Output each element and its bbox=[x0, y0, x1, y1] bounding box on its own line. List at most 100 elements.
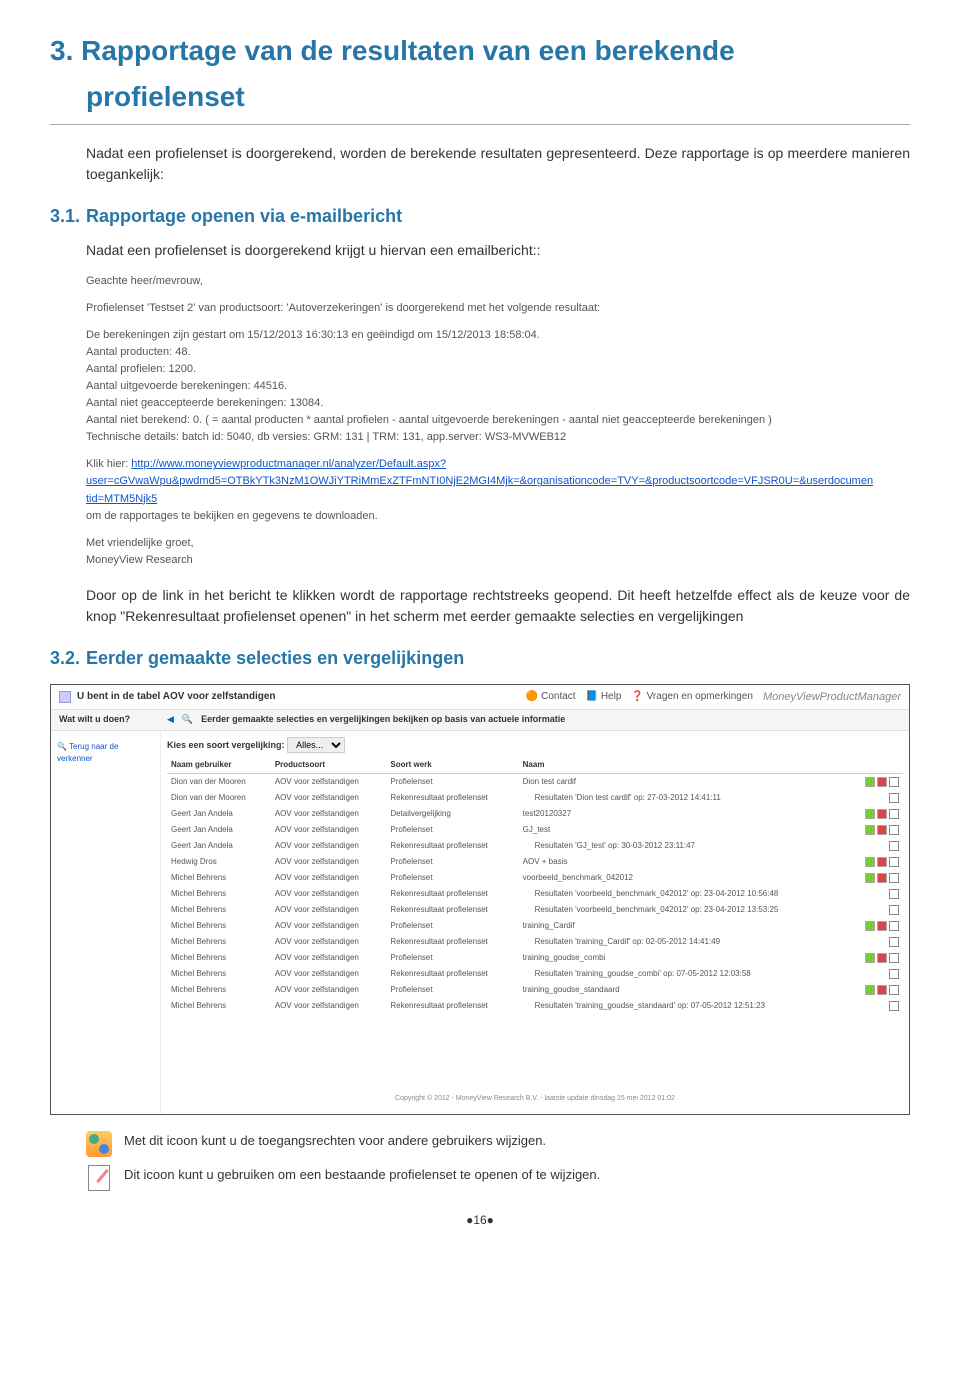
section-number: 3. bbox=[50, 35, 73, 66]
table-cell: Resultaten 'training_Cardif' op: 02-05-2… bbox=[519, 934, 850, 950]
table-cell: Michel Behrens bbox=[167, 902, 271, 918]
table-cell: Michel Behrens bbox=[167, 982, 271, 998]
table-row[interactable]: Michel BehrensAOV voor zelfstandigenProf… bbox=[167, 982, 903, 998]
table-cell: Michel Behrens bbox=[167, 950, 271, 966]
share-icon[interactable] bbox=[865, 777, 875, 787]
row-actions bbox=[850, 773, 903, 790]
open-icon[interactable] bbox=[889, 969, 899, 979]
table-cell: AOV voor zelfstandigen bbox=[271, 982, 387, 998]
col-product[interactable]: Productsoort bbox=[271, 757, 387, 774]
table-cell: AOV voor zelfstandigen bbox=[271, 838, 387, 854]
col-naam[interactable]: Naam bbox=[519, 757, 850, 774]
app-screenshot: U bent in de tabel AOV voor zelfstandige… bbox=[50, 684, 910, 1116]
delete-icon[interactable] bbox=[877, 777, 887, 787]
faq-label: Vragen en opmerkingen bbox=[647, 691, 753, 702]
help-link[interactable]: 📘 Help bbox=[586, 689, 622, 704]
edit-icon[interactable] bbox=[889, 777, 899, 787]
faq-link[interactable]: ❓ Vragen en opmerkingen bbox=[631, 689, 753, 704]
left-title: Wat wilt u doen? bbox=[59, 713, 159, 727]
col-user[interactable]: Naam gebruiker bbox=[167, 757, 271, 774]
delete-icon[interactable] bbox=[877, 857, 887, 867]
table-row[interactable]: Michel BehrensAOV voor zelfstandigenReke… bbox=[167, 902, 903, 918]
row-actions bbox=[850, 790, 903, 806]
table-row[interactable]: Michel BehrensAOV voor zelfstandigenProf… bbox=[167, 918, 903, 934]
table-row[interactable]: Dion van der MoorenAOV voor zelfstandige… bbox=[167, 773, 903, 790]
open-icon[interactable] bbox=[889, 793, 899, 803]
delete-icon[interactable] bbox=[877, 921, 887, 931]
edit-icon[interactable] bbox=[889, 921, 899, 931]
table-row[interactable]: Dion van der MoorenAOV voor zelfstandige… bbox=[167, 790, 903, 806]
delete-icon[interactable] bbox=[877, 873, 887, 883]
email-line: Aantal uitgevoerde berekeningen: 44516. bbox=[86, 380, 287, 392]
open-icon[interactable] bbox=[889, 905, 899, 915]
email-preview: Geachte heer/mevrouw, Profielenset 'Test… bbox=[86, 273, 874, 569]
brand-logo: MoneyViewProductManager bbox=[763, 689, 901, 706]
table-cell: Profielenset bbox=[386, 870, 518, 886]
share-icon[interactable] bbox=[865, 825, 875, 835]
chevron-left-icon[interactable]: ◀ bbox=[167, 713, 174, 727]
edit-icon[interactable] bbox=[889, 809, 899, 819]
share-icon[interactable] bbox=[865, 857, 875, 867]
row-actions bbox=[850, 870, 903, 886]
table-row[interactable]: Geert Jan AndelaAOV voor zelfstandigenRe… bbox=[167, 838, 903, 854]
table-cell: AOV voor zelfstandigen bbox=[271, 806, 387, 822]
delete-icon[interactable] bbox=[877, 953, 887, 963]
brand-text: MoneyView bbox=[763, 691, 820, 703]
back-link[interactable]: Terug naar de verkenner bbox=[57, 742, 118, 763]
users-icon bbox=[86, 1131, 112, 1157]
intro-paragraph: Nadat een profielenset is doorgerekend, … bbox=[86, 143, 910, 185]
col-soort[interactable]: Soort werk bbox=[386, 757, 518, 774]
edit-icon[interactable] bbox=[889, 985, 899, 995]
table-row[interactable]: Michel BehrensAOV voor zelfstandigenProf… bbox=[167, 950, 903, 966]
delete-icon[interactable] bbox=[877, 985, 887, 995]
table-cell: Michel Behrens bbox=[167, 870, 271, 886]
open-icon[interactable] bbox=[889, 889, 899, 899]
table-cell: AOV voor zelfstandigen bbox=[271, 854, 387, 870]
table-row[interactable]: Geert Jan AndelaAOV voor zelfstandigenPr… bbox=[167, 822, 903, 838]
table-row[interactable]: Hedwig DrosAOV voor zelfstandigenProfiel… bbox=[167, 854, 903, 870]
delete-icon[interactable] bbox=[877, 809, 887, 819]
edit-doc-icon bbox=[86, 1165, 112, 1191]
open-icon[interactable] bbox=[889, 841, 899, 851]
table-row[interactable]: Michel BehrensAOV voor zelfstandigenReke… bbox=[167, 886, 903, 902]
share-icon[interactable] bbox=[865, 873, 875, 883]
email-link-label: Klik hier: bbox=[86, 458, 131, 470]
edit-icon[interactable] bbox=[889, 857, 899, 867]
table-cell: Geert Jan Andela bbox=[167, 806, 271, 822]
email-link-1[interactable]: http://www.moneyviewproductmanager.nl/an… bbox=[131, 458, 446, 470]
share-icon[interactable] bbox=[865, 921, 875, 931]
edit-icon[interactable] bbox=[889, 825, 899, 835]
table-row[interactable]: Geert Jan AndelaAOV voor zelfstandigenDe… bbox=[167, 806, 903, 822]
email-link-block: Klik hier: http://www.moneyviewproductma… bbox=[86, 456, 874, 524]
table-cell: Michel Behrens bbox=[167, 934, 271, 950]
delete-icon[interactable] bbox=[877, 825, 887, 835]
open-icon[interactable] bbox=[889, 1001, 899, 1011]
table-cell: Profielenset bbox=[386, 918, 518, 934]
table-row[interactable]: Michel BehrensAOV voor zelfstandigenProf… bbox=[167, 870, 903, 886]
share-icon[interactable] bbox=[865, 809, 875, 819]
row-actions bbox=[850, 902, 903, 918]
email-closing: Met vriendelijke groet, MoneyView Resear… bbox=[86, 535, 874, 569]
table-cell: Dion test cardif bbox=[519, 773, 850, 790]
compare-icon: 🔍 bbox=[182, 713, 193, 727]
filter-select[interactable]: Alles... bbox=[287, 737, 345, 753]
table-cell: AOV voor zelfstandigen bbox=[271, 934, 387, 950]
magnifier-icon: 🔍 bbox=[57, 742, 67, 751]
sub2-number: 3.2. bbox=[50, 645, 86, 672]
table-row[interactable]: Michel BehrensAOV voor zelfstandigenReke… bbox=[167, 966, 903, 982]
table-cell: AOV + basis bbox=[519, 854, 850, 870]
open-icon[interactable] bbox=[889, 937, 899, 947]
edit-icon[interactable] bbox=[889, 953, 899, 963]
ss-topbar: U bent in de tabel AOV voor zelfstandige… bbox=[51, 685, 909, 711]
table-row[interactable]: Michel BehrensAOV voor zelfstandigenReke… bbox=[167, 934, 903, 950]
col-actions bbox=[850, 757, 903, 774]
contact-link[interactable]: 🟠 Contact bbox=[526, 689, 576, 704]
share-icon[interactable] bbox=[865, 985, 875, 995]
table-row[interactable]: Michel BehrensAOV voor zelfstandigenReke… bbox=[167, 998, 903, 1014]
page-number: ●16● bbox=[50, 1211, 910, 1229]
share-icon[interactable] bbox=[865, 953, 875, 963]
email-link-2[interactable]: user=cGVwaWpu&pwdmd5=OTBkYTk3NzM1OWJiYTR… bbox=[86, 475, 873, 504]
heading-rule bbox=[50, 124, 910, 125]
edit-icon[interactable] bbox=[889, 873, 899, 883]
table-cell: AOV voor zelfstandigen bbox=[271, 870, 387, 886]
